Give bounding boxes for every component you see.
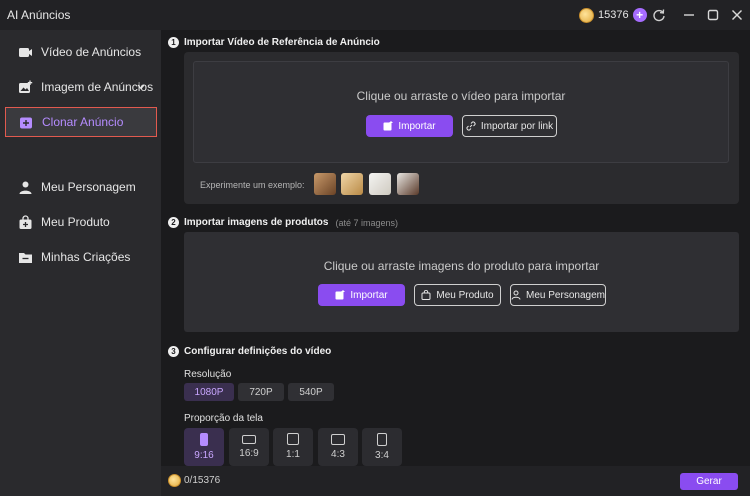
cost-value: 0/15376	[184, 475, 221, 486]
coin-icon	[579, 7, 594, 23]
aspect-ratio-label: Proporção da tela	[184, 413, 263, 424]
clone-icon	[20, 117, 32, 128]
image-add-icon	[383, 121, 393, 131]
portrait-ratio-icon	[200, 433, 208, 446]
ratio-option-4-3[interactable]: 4:3	[318, 428, 358, 466]
example-thumbnail[interactable]	[369, 173, 391, 195]
resolution-option-540p[interactable]: 540P	[288, 383, 334, 401]
import-by-link-button[interactable]: Importar por link	[462, 115, 557, 137]
sidebar-item-my-character[interactable]: Meu Personagem	[5, 172, 157, 202]
sidebar-item-label: Meu Personagem	[41, 180, 136, 194]
person-icon	[19, 181, 32, 194]
portrait-ratio-icon	[377, 433, 387, 446]
ratio-label: 16:9	[239, 448, 259, 459]
sidebar-item-label: Vídeo de Anúncios	[41, 45, 142, 59]
video-drop-zone[interactable]: Clique ou arraste o vídeo para importar	[193, 61, 729, 163]
section-1-title: 1 Importar Vídeo de Referência de Anúnci…	[168, 37, 380, 48]
step-number: 2	[168, 217, 179, 228]
bag-icon	[421, 290, 431, 300]
sidebar: Vídeo de Anúncios Imagem de Anúncios Clo…	[0, 30, 161, 496]
import-images-button[interactable]: Importar	[318, 284, 405, 306]
sidebar-item-label: Meu Produto	[41, 215, 110, 229]
section-2-title: 2 Importar imagens de produtos (até 7 im…	[168, 217, 398, 228]
sidebar-item-my-creations[interactable]: Minhas Criações	[5, 242, 157, 272]
resolution-option-720p[interactable]: 720P	[238, 383, 284, 401]
step-number: 1	[168, 37, 179, 48]
sidebar-item-image-ads[interactable]: Imagem de Anúncios	[5, 72, 157, 102]
import-video-button[interactable]: Importar	[366, 115, 453, 137]
resolution-option-1080p[interactable]: 1080P	[184, 383, 234, 401]
my-character-button[interactable]: Meu Personagem	[510, 284, 606, 306]
my-product-button[interactable]: Meu Produto	[414, 284, 501, 306]
folder-icon	[19, 252, 32, 263]
section-3-title: 3 Configurar definições do vídeo	[168, 346, 331, 357]
generate-button[interactable]: Gerar	[680, 473, 738, 490]
button-label: Meu Produto	[436, 289, 494, 301]
example-thumbnail[interactable]	[397, 173, 419, 195]
drop-zone-text: Clique ou arraste o vídeo para importar	[356, 89, 566, 103]
chevron-down-icon[interactable]	[137, 84, 145, 90]
ratio-option-1-1[interactable]: 1:1	[273, 428, 313, 466]
link-icon	[466, 121, 476, 131]
maximize-icon[interactable]	[705, 7, 721, 23]
refresh-icon[interactable]	[652, 8, 666, 22]
ratio-option-9-16[interactable]: 9:16	[184, 428, 224, 466]
landscape-ratio-icon	[242, 435, 256, 444]
button-label: Meu Personagem	[526, 289, 605, 301]
ratio-label: 4:3	[331, 449, 345, 460]
ratio-label: 1:1	[286, 449, 300, 460]
ratio-option-3-4[interactable]: 3:4	[362, 428, 402, 466]
sidebar-item-label: Clonar Anúncio	[42, 115, 124, 129]
bag-icon	[19, 214, 32, 229]
image-add-icon	[335, 290, 345, 300]
button-label: Importar	[350, 289, 388, 301]
ratio-label: 3:4	[375, 450, 389, 461]
square-ratio-icon	[287, 433, 299, 445]
person-icon	[511, 290, 521, 300]
drop-zone-text: Clique ou arraste imagens do produto par…	[323, 259, 600, 273]
sidebar-item-label: Minhas Criações	[41, 250, 131, 264]
app-title: AI Anúncios	[7, 8, 71, 22]
landscape-ratio-icon	[331, 434, 345, 445]
section-title-text: Importar imagens de produtos	[184, 217, 329, 228]
minimize-icon[interactable]	[681, 7, 697, 23]
sidebar-item-clone-ad[interactable]: Clonar Anúncio	[5, 107, 157, 137]
coin-icon	[168, 474, 181, 487]
button-label: Importar por link	[480, 120, 554, 132]
add-credits-button[interactable]: +	[632, 8, 647, 22]
cost-display: 0/15376	[168, 474, 220, 487]
video-add-icon	[19, 47, 32, 57]
step-number: 3	[168, 346, 179, 357]
close-icon[interactable]	[729, 7, 745, 23]
resolution-label: Resolução	[184, 369, 232, 380]
section-title-text: Importar Vídeo de Referência de Anúncio	[184, 37, 380, 48]
button-label: Importar	[398, 120, 436, 132]
sidebar-item-video-ads[interactable]: Vídeo de Anúncios	[5, 37, 157, 67]
examples-label: Experimente um exemplo:	[200, 180, 305, 190]
title-bar: AI Anúncios 15376 +	[0, 0, 750, 30]
ratio-option-16-9[interactable]: 16:9	[229, 428, 269, 466]
sidebar-item-my-product[interactable]: Meu Produto	[5, 207, 157, 237]
example-thumbnail[interactable]	[341, 173, 363, 195]
credits-display: 15376 +	[579, 6, 647, 24]
ratio-label: 9:16	[194, 450, 214, 461]
example-thumbnail[interactable]	[314, 173, 336, 195]
credit-count: 15376	[598, 9, 629, 21]
image-add-icon	[19, 80, 33, 93]
product-drop-zone[interactable]: Clique ou arraste imagens do produto par…	[184, 232, 739, 332]
max-images-note: (até 7 imagens)	[335, 217, 398, 228]
section-title-text: Configurar definições do vídeo	[184, 346, 332, 357]
bottom-bar	[161, 466, 750, 496]
